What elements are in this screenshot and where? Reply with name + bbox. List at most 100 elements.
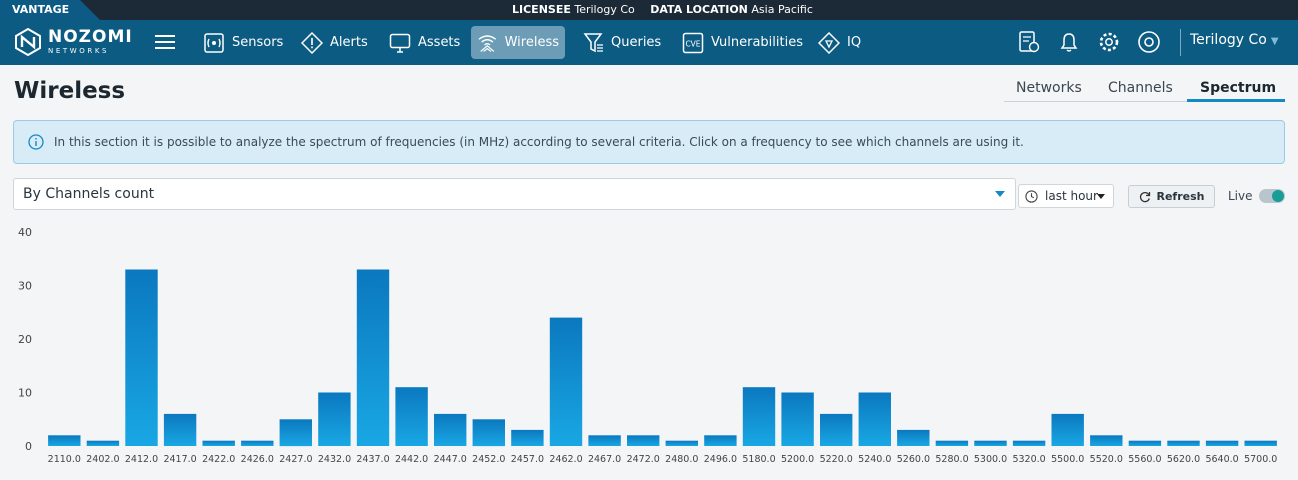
toggle-knob [1272, 190, 1284, 202]
user-menu[interactable]: Terilogy Co ▼ [1190, 32, 1279, 48]
bar-2467.0[interactable] [588, 435, 621, 446]
bar-5240.0[interactable] [858, 392, 891, 447]
nav-item-vulnerabilities[interactable]: CVE Vulnerabilities [676, 26, 809, 59]
tab-spectrum[interactable]: Spectrum [1200, 80, 1276, 96]
tab-channels[interactable]: Channels [1108, 80, 1173, 96]
bar-2422.0[interactable] [202, 440, 235, 446]
dropdown-arrow-icon [995, 191, 1005, 197]
sensors-icon [204, 32, 224, 53]
nav-item-wireless[interactable]: Wireless [471, 26, 565, 59]
x-tick-label: 2437.0 [356, 454, 389, 465]
x-tick-label: 5700.0 [1244, 454, 1277, 465]
time-range-select[interactable]: last hour [1018, 184, 1114, 208]
y-tick-label: 10 [18, 387, 32, 400]
bar-5200.0[interactable] [781, 392, 814, 447]
x-tick-label: 2496.0 [704, 454, 737, 465]
bar-5700.0[interactable] [1244, 440, 1277, 446]
bar-2457.0[interactable] [511, 429, 544, 446]
location-label: DATA LOCATION [650, 3, 748, 16]
tab-networks[interactable]: Networks [1016, 80, 1082, 96]
x-tick-label: 5500.0 [1051, 454, 1084, 465]
nav-item-iq[interactable]: IQ [812, 26, 867, 59]
x-tick-label: 2427.0 [279, 454, 312, 465]
nav-item-alerts[interactable]: Alerts [295, 26, 374, 59]
bar-2110.0[interactable] [48, 435, 81, 446]
criteria-select[interactable]: By Channels count [13, 178, 1016, 210]
x-tick-label: 2422.0 [202, 454, 235, 465]
bar-2496.0[interactable] [704, 435, 737, 446]
nav-item-sensors[interactable]: Sensors [197, 26, 289, 59]
bars [48, 269, 1277, 447]
time-range-value: last hour [1045, 189, 1098, 203]
user-circle-icon[interactable] [1137, 30, 1161, 54]
x-tick-label: 2457.0 [511, 454, 544, 465]
bar-2426.0[interactable] [241, 440, 274, 446]
product-badge: VANTAGE [0, 0, 100, 20]
nav-item-label: IQ [847, 35, 862, 50]
refresh-button[interactable]: Refresh [1128, 185, 1215, 208]
bar-5260.0[interactable] [897, 429, 930, 446]
bar-5500.0[interactable] [1051, 413, 1084, 446]
bar-2447.0[interactable] [434, 413, 467, 446]
x-tick-label: 2417.0 [163, 454, 196, 465]
bar-2442.0[interactable] [395, 387, 428, 446]
monitor-icon [389, 33, 411, 53]
gear-icon[interactable] [1097, 30, 1121, 54]
x-tick-label: 2452.0 [472, 454, 505, 465]
live-toggle[interactable] [1259, 189, 1285, 203]
bar-2412.0[interactable] [125, 269, 158, 447]
x-tick-label: 5520.0 [1090, 454, 1123, 465]
bar-5520.0[interactable] [1090, 435, 1123, 446]
nav-item-label: Vulnerabilities [711, 35, 803, 50]
bar-2452.0[interactable] [472, 419, 505, 447]
x-axis: 2110.0 2402.0 2412.0 2417.0 2422.0 2426.0 2427… [48, 454, 1278, 465]
x-tick-label: 5560.0 [1128, 454, 1161, 465]
bar-2472.0[interactable] [627, 435, 660, 446]
y-tick-label: 40 [18, 226, 32, 239]
info-text: In this section it is possible to analyz… [54, 135, 1024, 149]
bar-5280.0[interactable] [935, 440, 969, 446]
clock-icon [1025, 189, 1038, 203]
bar-2480.0[interactable] [665, 440, 698, 446]
y-tick-label: 30 [18, 280, 32, 293]
y-tick-label: 20 [18, 333, 32, 346]
bar-2462.0[interactable] [549, 317, 583, 446]
brand-sub: NETWORKS [48, 47, 110, 55]
bar-2432.0[interactable] [318, 392, 351, 447]
nav-item-assets[interactable]: Assets [383, 26, 466, 59]
cve-icon: CVE [682, 32, 704, 53]
bar-5320.0[interactable] [1012, 440, 1046, 446]
bell-icon[interactable] [1057, 30, 1081, 54]
chevron-down-icon: ▼ [1270, 36, 1279, 47]
nav-item-label: Sensors [232, 35, 284, 50]
live-label: Live [1228, 189, 1253, 203]
svg-text:CVE: CVE [685, 39, 700, 48]
bar-5560.0[interactable] [1128, 440, 1162, 446]
x-tick-label: 2402.0 [86, 454, 119, 465]
bar-2402.0[interactable] [86, 440, 120, 446]
report-icon[interactable] [1017, 30, 1041, 54]
bar-2427.0[interactable] [279, 419, 312, 447]
nav-item-queries[interactable]: Queries [576, 26, 667, 59]
brand-logo[interactable]: NOZOMI NETWORKS [14, 26, 133, 58]
nozomi-logo-icon [15, 28, 41, 56]
x-tick-label: 5260.0 [897, 454, 930, 465]
bar-5300.0[interactable] [974, 440, 1007, 446]
bar-2417.0[interactable] [163, 413, 197, 446]
hamburger-menu-icon[interactable] [155, 33, 175, 51]
x-tick-label: 5320.0 [1012, 454, 1045, 465]
bar-5640.0[interactable] [1205, 440, 1239, 446]
bar-2437.0[interactable] [356, 269, 390, 447]
license-info: LICENSEE Terilogy Co DATA LOCATION Asia … [512, 0, 825, 20]
x-tick-label: 2480.0 [665, 454, 698, 465]
bar-5220.0[interactable] [820, 413, 853, 446]
view-tabs: Networks Channels Spectrum [1004, 78, 1285, 102]
main-navbar: NOZOMI NETWORKS Sensors Alerts Assets Wi… [0, 20, 1298, 65]
licensee-value: Terilogy Co [574, 3, 635, 16]
bar-5180.0[interactable] [742, 387, 776, 446]
nav-item-label: Assets [418, 35, 461, 50]
x-tick-label: 2432.0 [318, 454, 351, 465]
nav-item-label: Wireless [504, 35, 559, 50]
bar-5620.0[interactable] [1167, 440, 1200, 446]
licensee-label: LICENSEE [512, 3, 571, 16]
